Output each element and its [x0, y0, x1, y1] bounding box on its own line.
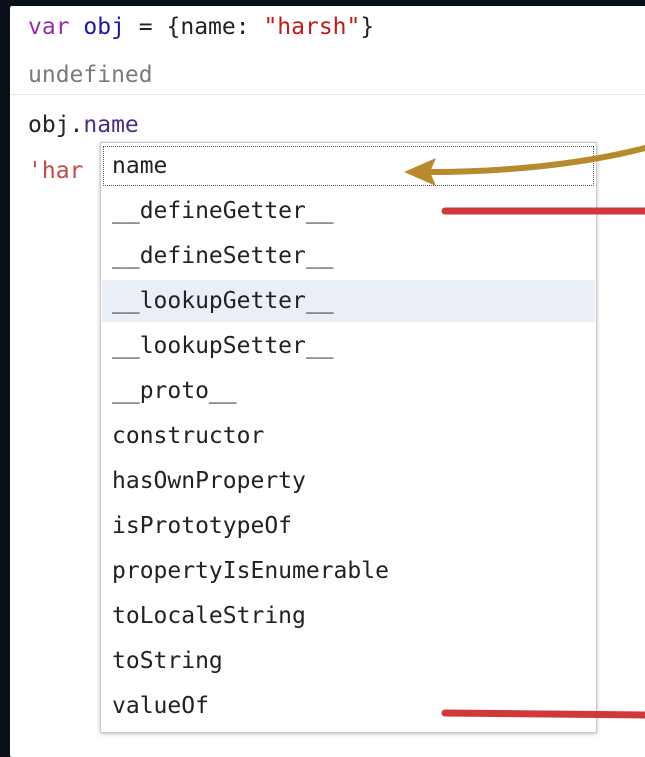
red-annotation-line-bottom: [441, 709, 645, 719]
annotation-overlay: [404, 145, 645, 719]
gold-arrow-line: [427, 145, 645, 175]
